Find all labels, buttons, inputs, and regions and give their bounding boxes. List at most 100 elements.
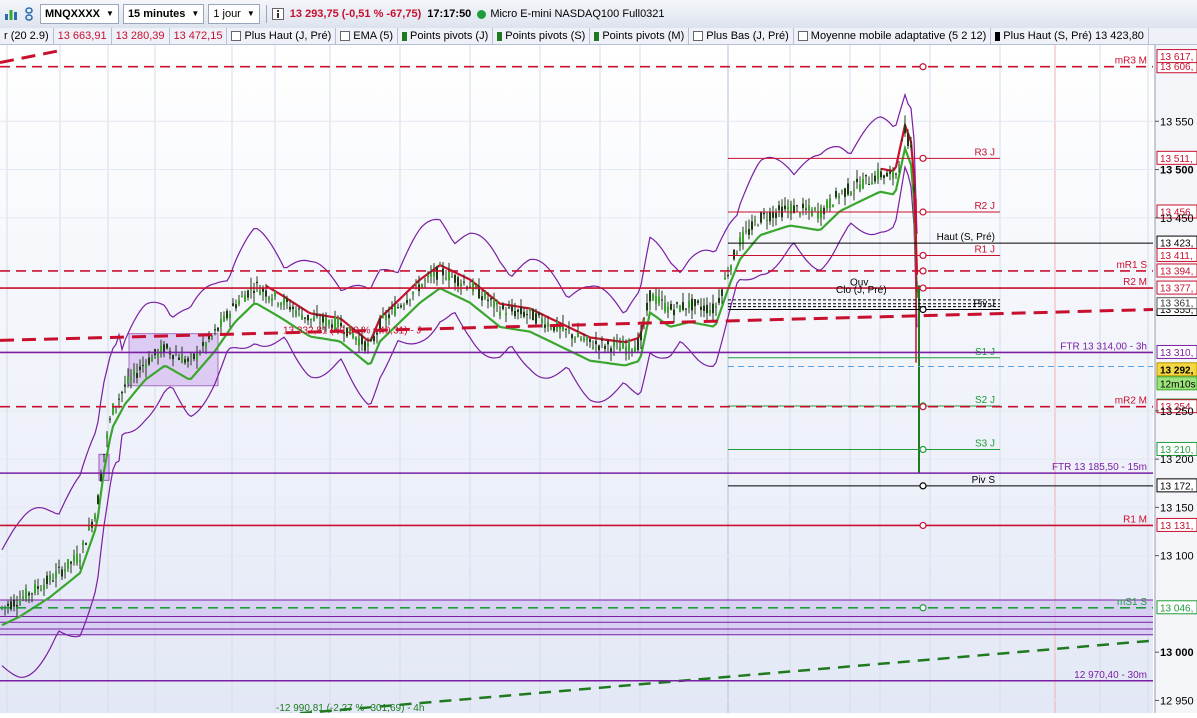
candle-body: [574, 338, 576, 340]
y-axis-tick-label: 13 250: [1160, 406, 1194, 418]
info-icon[interactable]: [271, 7, 285, 21]
checkbox-icon[interactable]: [231, 31, 242, 41]
candle-body: [601, 339, 603, 341]
candle-body: [682, 302, 684, 310]
candle-body: [364, 341, 366, 351]
candle-body: [145, 363, 147, 368]
candle-body: [832, 204, 834, 208]
checkbox-icon[interactable]: [340, 31, 351, 41]
candle-body: [82, 542, 84, 545]
legend-item[interactable]: Points pivots (S): [493, 28, 591, 44]
candle-body: [442, 268, 444, 276]
y-axis-tick-label: 13 100: [1160, 551, 1194, 563]
candle-body: [415, 283, 417, 285]
candle-body: [742, 232, 744, 243]
bar-chart-icon[interactable]: [4, 7, 18, 21]
symbol-selector[interactable]: MNQXXXX ▼: [40, 4, 119, 24]
level-label: R1 J: [974, 244, 995, 255]
legend-item[interactable]: Plus Bas (J, Pré): [689, 28, 794, 44]
level-label: FTR 13 185,50 - 15m: [1052, 462, 1147, 473]
candle-body: [847, 183, 849, 195]
legend-item[interactable]: Points pivots (J): [398, 28, 494, 44]
candle-body: [67, 559, 69, 569]
legend-label: Points pivots (M): [602, 30, 685, 42]
candle-body: [259, 290, 261, 295]
annotation-label: -12 990,81 (-2,27 % -301,69) - 4h: [276, 703, 424, 713]
candle-body: [829, 198, 831, 208]
level-label: mR1 S: [1116, 260, 1147, 271]
candle-body: [751, 221, 753, 230]
legend-label: Plus Bas (J, Pré): [706, 30, 789, 42]
candle-body: [487, 299, 489, 302]
candle-body: [805, 208, 807, 210]
candle-body: [670, 303, 672, 310]
level-marker: [919, 604, 927, 612]
legend-item[interactable]: Plus Haut (S, Pré) 13 423,80: [991, 28, 1149, 44]
candle-body: [205, 342, 207, 348]
candle-body: [529, 308, 531, 312]
link-icon[interactable]: [22, 7, 36, 21]
candle-body: [748, 229, 750, 235]
legend-label: EMA (5): [353, 30, 393, 42]
candle-body: [178, 357, 180, 360]
candle-body: [220, 319, 222, 327]
candle-body: [70, 561, 72, 564]
candle-body: [871, 181, 873, 185]
candle-body: [97, 495, 99, 505]
chevron-down-icon: ▼: [246, 9, 255, 18]
candle-body: [403, 305, 405, 307]
legend-item[interactable]: EMA (5): [336, 28, 398, 44]
candle-body: [124, 384, 126, 387]
candle-body: [397, 307, 399, 309]
candle-body: [118, 398, 120, 400]
candle-body: [46, 575, 48, 585]
price-chart[interactable]: mR3 M 13 606, R3 J 13 511, R2 J 13 456, Haut (…: [0, 45, 1197, 717]
candle-body: [172, 355, 174, 360]
candle-body: [766, 219, 768, 221]
annotation-label: Clo (J, Pré): [836, 285, 887, 296]
candle-body: [355, 337, 357, 341]
candle-body: [706, 304, 708, 314]
level-label: R1 M: [1123, 514, 1147, 525]
candle-body: [385, 315, 387, 321]
y-axis-tick-label: 13 200: [1160, 454, 1194, 466]
candle-body: [427, 274, 429, 277]
level-label: S2 J: [975, 395, 995, 406]
level-marker: [919, 63, 927, 71]
price-tag-label: 13 606,: [1160, 62, 1193, 73]
legend-item[interactable]: Points pivots (M): [590, 28, 690, 44]
candle-body: [874, 175, 876, 182]
candle-body: [133, 369, 135, 376]
candle-body: [148, 357, 150, 365]
candle-body: [211, 336, 213, 338]
checkbox-icon[interactable]: [797, 31, 808, 41]
candle-body: [142, 364, 144, 366]
legend-item[interactable]: Plus Haut (J, Pré): [227, 28, 337, 44]
period-selector[interactable]: 1 jour ▼: [208, 4, 260, 24]
level-label: mR3 M: [1115, 56, 1147, 67]
chart-canvas[interactable]: mR3 M13 606,R3 J13 511,R2 J13 456,Haut (…: [0, 45, 1197, 717]
price-tag-label: 13 511,: [1160, 154, 1193, 165]
legend-item[interactable]: Moyenne mobile adaptative (5 2 12): [794, 28, 992, 44]
candle-body: [889, 171, 891, 174]
candle-body: [436, 266, 438, 280]
candle-body: [637, 338, 639, 351]
countdown-label: 12m10s: [1160, 379, 1196, 390]
candle-body: [94, 515, 96, 519]
candle-body: [631, 349, 633, 352]
level-label: 12 970,40 - 30m: [1074, 670, 1147, 681]
candle-body: [844, 188, 846, 197]
candle-body: [373, 336, 375, 342]
interval-selector[interactable]: 15 minutes ▼: [122, 4, 205, 24]
legend-label: Moyenne mobile adaptative (5 2 12): [810, 30, 987, 42]
candle-body: [691, 298, 693, 311]
candle-body: [58, 566, 60, 568]
checkbox-icon[interactable]: [693, 31, 704, 41]
price-tag-label: 13 411,: [1160, 251, 1193, 262]
candle-body: [280, 302, 282, 306]
level-marker: [919, 251, 927, 260]
candle-body: [820, 207, 822, 219]
candle-body: [448, 270, 450, 281]
candle-body: [85, 543, 87, 545]
candle-body: [313, 317, 315, 321]
